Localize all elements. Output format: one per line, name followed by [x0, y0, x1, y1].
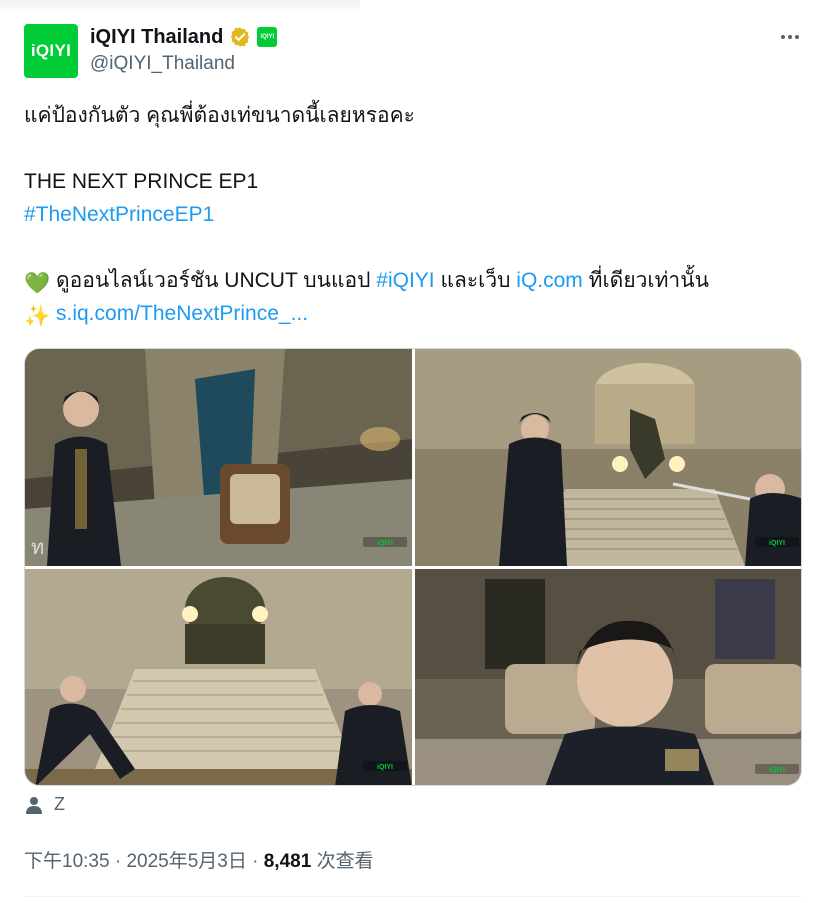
tweet-line-hashtag: #TheNextPrinceEP1: [24, 201, 214, 229]
tweet-line-1: แค่ป้องกันตัว คุณพี่ต้องเท่ขนาดนี้เลยหรอ…: [24, 104, 415, 127]
tweet-line-3-text-c: ที่เดียวเท่านั้น: [588, 269, 709, 292]
meta-separator: ·: [114, 851, 122, 872]
author-handle[interactable]: @iQIYI_Thailand: [90, 53, 235, 75]
media-image-2[interactable]: iQIYI: [415, 349, 801, 566]
views-label: 次查看: [316, 851, 374, 872]
watermark-2: iQIYI: [769, 540, 785, 547]
sparkles-emoji-icon: ✨: [24, 305, 51, 328]
author-name-row: iQIYI Thailand iQIYI: [90, 24, 278, 50]
tweet-line-4: ✨ s.iq.com/TheNextPrince_...: [24, 300, 308, 331]
tagged-user[interactable]: Z: [24, 794, 65, 815]
watermark-1: iQIYI: [377, 540, 393, 547]
tweet-line-3-text-b: และเว็บ: [440, 269, 511, 292]
media-image-3[interactable]: iQIYI: [25, 569, 412, 785]
tweet-line-3: 💚 ดูออนไลน์เวอร์ชัน UNCUT บนแอป #iQIYI แ…: [24, 267, 709, 298]
watermark-4: iQIYI: [769, 767, 785, 774]
meta-separator-2: ·: [252, 851, 259, 872]
divider: [24, 896, 802, 897]
tweet-time[interactable]: 下午10:35: [24, 851, 110, 872]
tweet-meta: 下午10:35 · 2025年5月3日 · 8,481 次查看: [24, 846, 374, 873]
author-display-name[interactable]: iQIYI Thailand: [90, 26, 223, 49]
media-image-4[interactable]: iQIYI: [415, 569, 801, 785]
affiliate-badge-icon[interactable]: iQIYI: [257, 27, 278, 47]
tweet-detail-page: iQIYI iQIYI Thailand iQIYI @iQIYI_Thaila…: [0, 0, 829, 903]
top-shadow: [0, 0, 360, 14]
hashtag-link[interactable]: #TheNextPrinceEP1: [24, 203, 214, 226]
media-image-1[interactable]: ท iQIYI: [25, 349, 412, 566]
more-options-button[interactable]: [776, 26, 804, 48]
tweet-date[interactable]: 2025年5月3日: [126, 851, 246, 872]
tagged-user-name[interactable]: Z: [54, 794, 65, 815]
site-link[interactable]: iQ.com: [516, 269, 583, 292]
tweet-line-3-text-a: ดูออนไลน์เวอร์ชัน UNCUT บนแอป: [56, 269, 371, 292]
green-heart-emoji-icon: 💚: [24, 272, 51, 295]
watermark-3: iQIYI: [377, 764, 393, 771]
hashtag-iqiyi-link[interactable]: #iQIYI: [376, 269, 434, 292]
views-count: 8,481: [263, 851, 312, 872]
svg-text:ท: ท: [31, 535, 44, 559]
verified-badge-icon[interactable]: [229, 26, 251, 48]
avatar[interactable]: iQIYI: [24, 24, 78, 78]
tweet-line-2: THE NEXT PRINCE EP1: [24, 170, 259, 193]
person-icon: [26, 796, 42, 814]
short-url-link[interactable]: s.iq.com/TheNextPrince_...: [56, 302, 308, 325]
media-grid: ท iQIYI iQIYI iQIYI iQIYI: [24, 348, 802, 786]
